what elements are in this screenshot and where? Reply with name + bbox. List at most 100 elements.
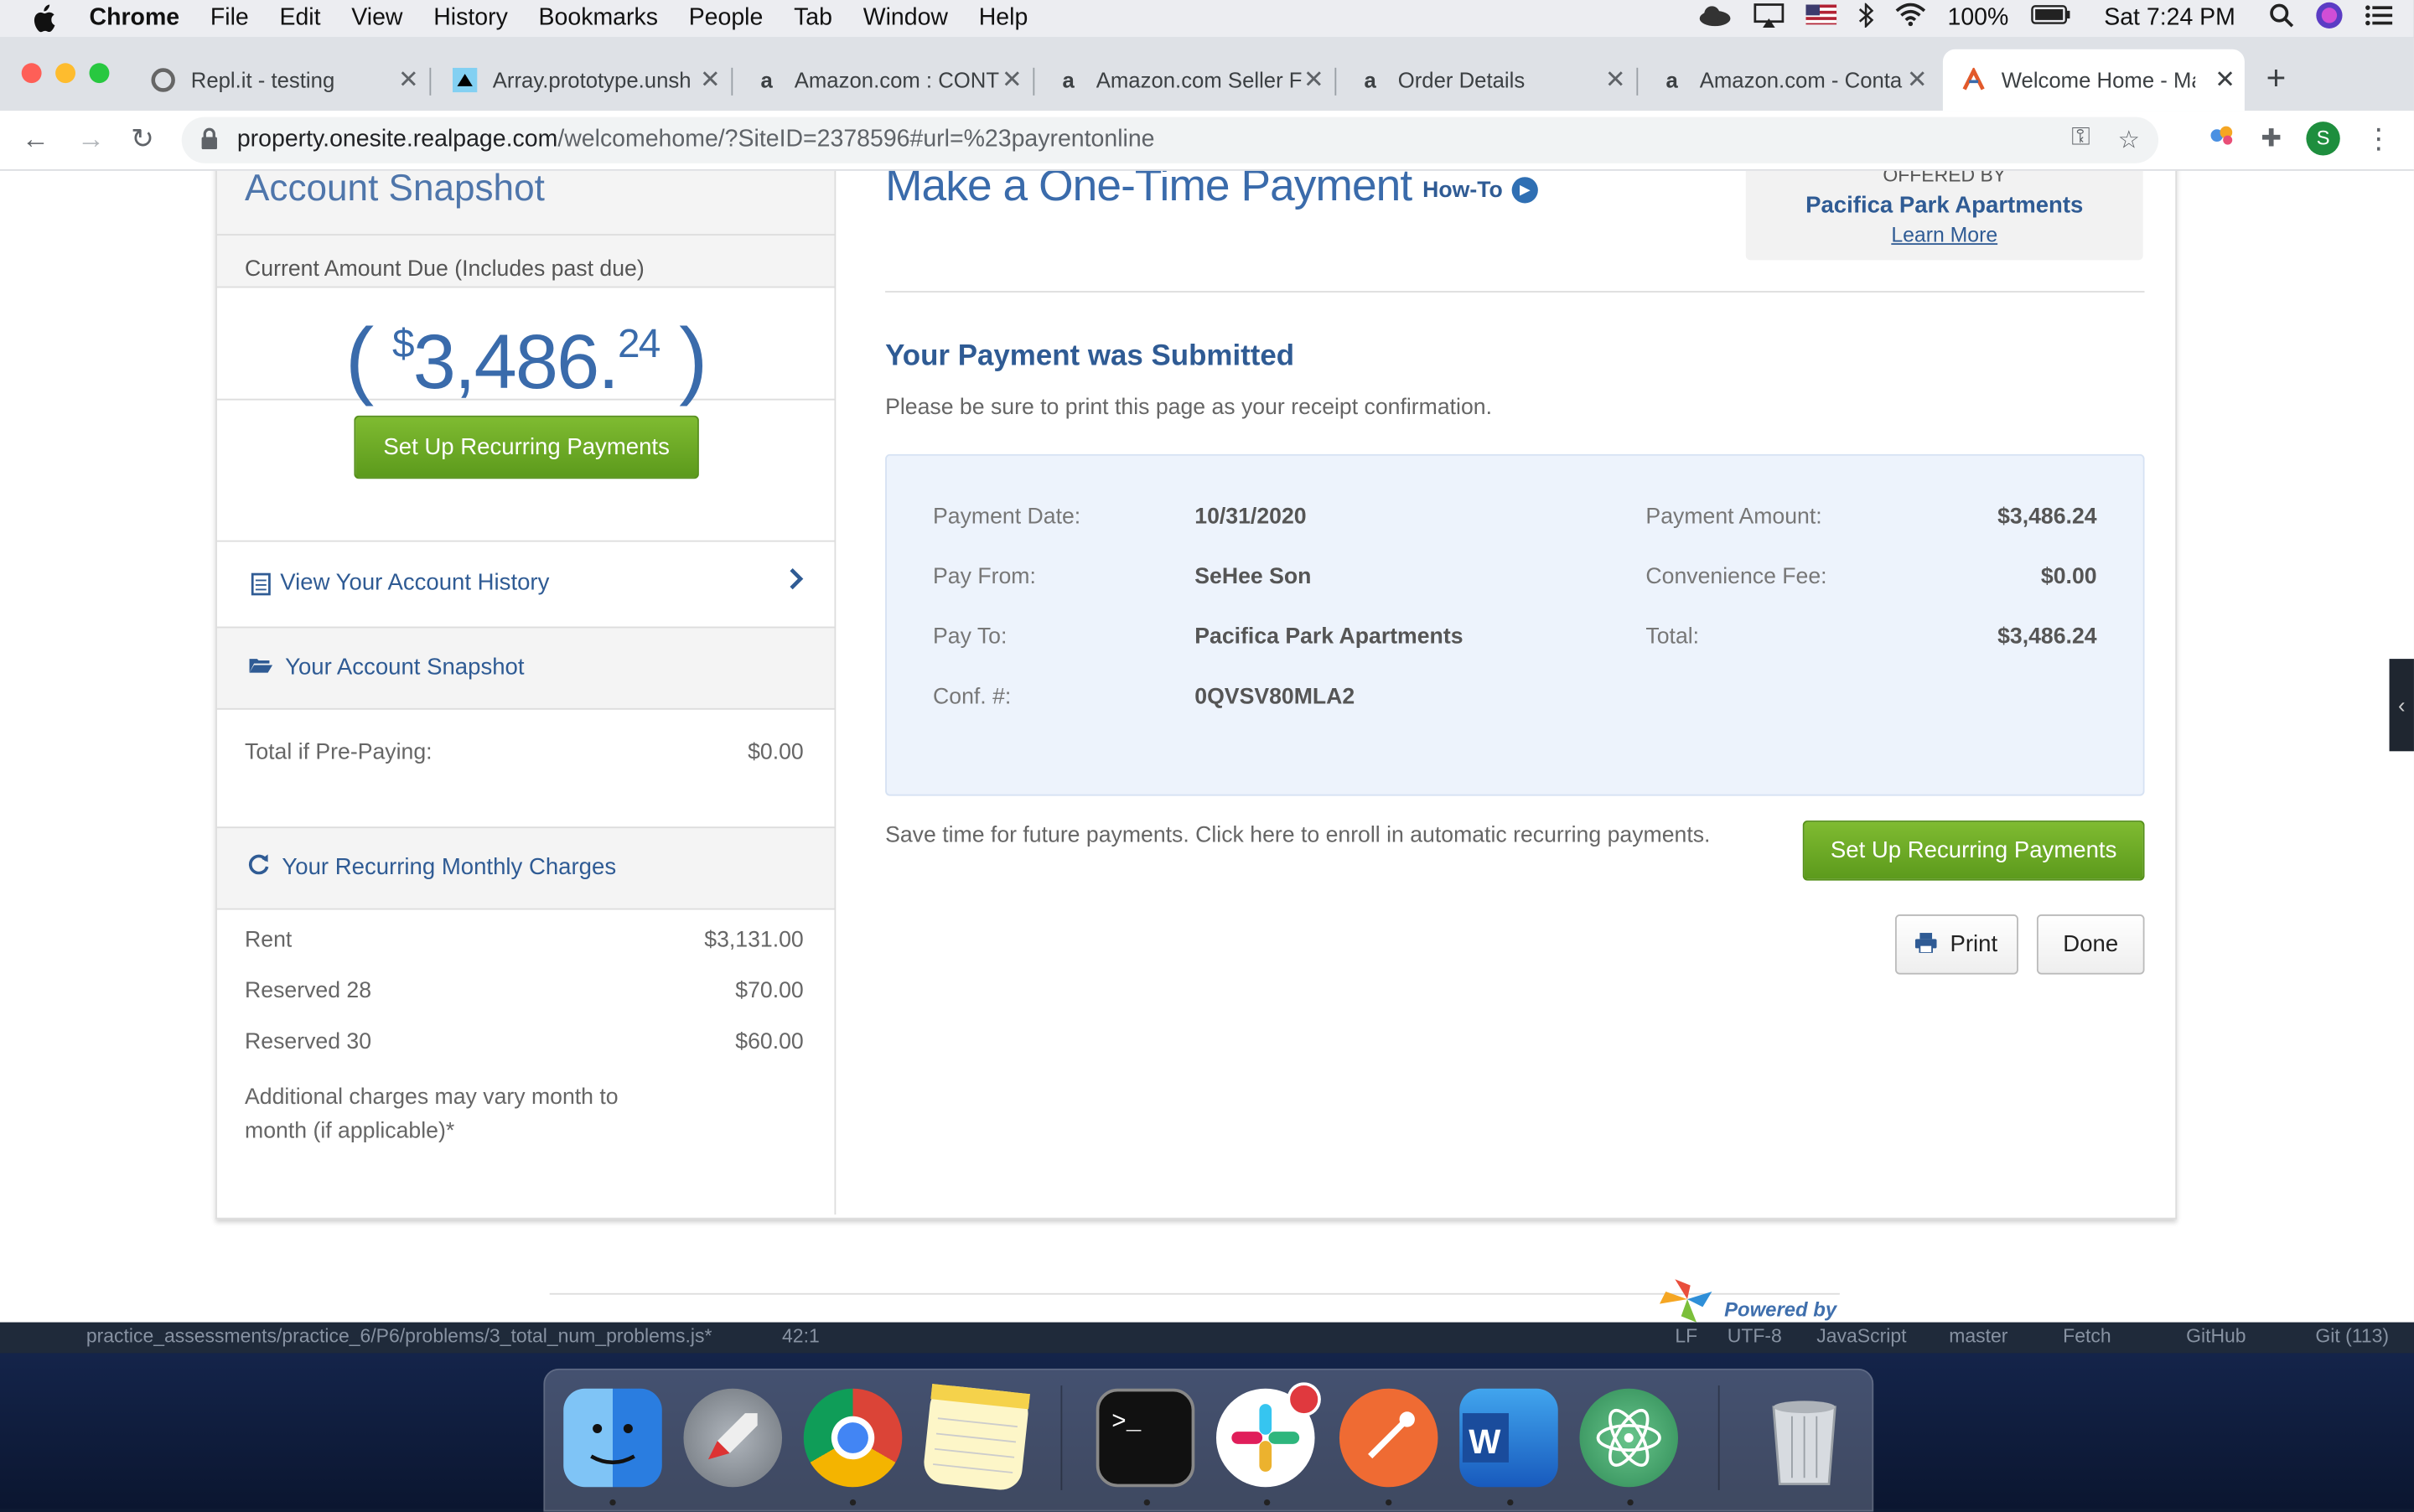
word-icon[interactable]: W [1459,1388,1558,1488]
menu-help[interactable]: Help [979,5,1028,33]
ledger-icon [251,572,271,603]
key-icon[interactable]: ⚿ [2071,125,2090,156]
cloud-icon[interactable] [1698,4,1732,34]
close-tab-icon[interactable]: ✕ [398,65,419,96]
new-tab-button[interactable]: + [2266,59,2287,99]
svg-text:>_: >_ [1111,1408,1142,1436]
play-circle-icon: ▶ [1511,177,1539,204]
notes-icon[interactable] [921,1383,1031,1493]
sidebar-title: Account Snapshot [245,170,545,210]
airplay-icon[interactable] [1754,3,1785,35]
chrome-menu-icon[interactable]: ⋮ [2365,122,2392,155]
menu-edit[interactable]: Edit [279,5,320,33]
menu-people[interactable]: People [689,5,764,33]
tab-amazon-seller[interactable]: a Amazon.com Seller F ✕ [1056,49,1337,111]
menu-bookmarks[interactable]: Bookmarks [539,5,658,33]
dock-panel-toggle-icon[interactable]: ‹ [2389,659,2414,752]
address-bar[interactable]: property.onesite.realpage.com/welcomehom… [181,117,2159,163]
amazon-favicon-icon: a [760,67,773,93]
amount-currency: $ [391,320,415,367]
launchpad-rocket-icon[interactable] [683,1388,783,1488]
chrome-window: Repl.it - testing ✕ Array.prototype.unsh… [0,37,2414,1323]
charge-row: Reserved 30 $60.00 [217,1030,835,1081]
menu-history[interactable]: History [433,5,508,33]
menu-window[interactable]: Window [863,5,948,33]
clock[interactable]: Sat 7:24 PM [2104,5,2235,33]
battery-icon[interactable] [2030,5,2070,33]
pay-from-label: Pay From: [933,565,1036,590]
tab-title: Array.prototype.unsh [492,67,692,93]
running-indicator [1263,1499,1271,1506]
close-tab-icon[interactable]: ✕ [1605,65,1626,96]
reload-icon[interactable]: ↻ [131,123,154,156]
minimize-window-button[interactable] [55,63,75,84]
extensions-puzzle-icon[interactable]: ✚ [2261,123,2282,154]
total-label: Total: [1645,624,1700,650]
printer-icon [1915,931,1938,957]
lock-icon[interactable] [200,127,219,153]
account-history-label: View Your Account History [280,569,550,596]
trash-icon[interactable] [1755,1389,1854,1488]
payment-date-value: 10/31/2020 [1194,505,1307,530]
terminal-icon[interactable]: >_ [1096,1388,1195,1488]
menu-view[interactable]: View [351,5,402,33]
postman-icon[interactable] [1339,1388,1438,1488]
tab-array-prototype[interactable]: Array.prototype.unsh ✕ [452,49,733,111]
charge-row: Rent $3,131.00 [217,929,835,980]
chevron-right-icon [788,567,804,599]
learn-more-link[interactable]: Learn More [1746,223,2143,246]
close-window-button[interactable] [21,63,42,84]
sidebar-recurring-button[interactable]: Set Up Recurring Payments [354,415,699,479]
close-tab-icon[interactable]: ✕ [2215,65,2235,96]
menu-app-name[interactable]: Chrome [90,5,180,33]
editor-line-ending: LF [1675,1325,1698,1348]
back-arrow-icon[interactable]: ← [22,123,49,156]
chrome-app-icon[interactable] [803,1388,903,1488]
menu-file[interactable]: File [210,5,249,33]
us-flag-icon[interactable] [1805,4,1837,33]
tab-replit[interactable]: Repl.it - testing ✕ [151,49,432,111]
forward-arrow-icon[interactable]: → [77,123,105,156]
amount-open-paren: ( [344,309,374,406]
how-to-link[interactable]: How-To ▶ [1422,177,1539,204]
tab-order-details[interactable]: a Order Details ✕ [1358,49,1639,111]
divider [885,291,2145,293]
amazon-favicon-icon: a [1364,67,1376,93]
close-tab-icon[interactable]: ✕ [1907,65,1928,96]
extension-color-icon[interactable] [2209,124,2236,153]
enroll-text-link[interactable]: Save time for future payments. Click her… [885,824,1710,848]
zoom-window-button[interactable] [89,63,110,84]
atom-icon[interactable] [1579,1388,1679,1488]
siri-icon[interactable] [2315,1,2343,36]
powered-by-text: Powered by [1724,1297,1837,1321]
tab-welcome-home-active[interactable]: Welcome Home - Ma ✕ [1942,49,2245,111]
account-sidebar: Account Snapshot Current Amount Due (Inc… [216,170,837,1215]
close-tab-icon[interactable]: ✕ [1303,65,1324,96]
print-button[interactable]: Print [1894,914,2018,975]
wifi-icon[interactable] [1895,3,1926,34]
bluetooth-icon[interactable] [1858,1,1874,35]
submitted-heading: Your Payment was Submitted [885,339,1295,373]
close-tab-icon[interactable]: ✕ [700,65,721,96]
apple-icon[interactable] [31,4,59,33]
svg-text:W: W [1469,1422,1501,1461]
amount-close-paren: ) [679,309,707,406]
close-tab-icon[interactable]: ✕ [1002,65,1023,96]
amount-dollars: 3,486. [412,318,619,406]
bookmark-star-icon[interactable]: ☆ [2118,125,2140,156]
done-button[interactable]: Done [2036,914,2145,975]
running-indicator [1627,1499,1634,1506]
tab-amazon-contact[interactable]: a Amazon.com - Conta ✕ [1660,49,1937,111]
profile-avatar[interactable]: S [2306,122,2340,156]
editor-file-path: practice_assessments/practice_6/P6/probl… [85,1325,712,1348]
account-history-link[interactable]: View Your Account History [216,540,835,630]
main-recurring-button[interactable]: Set Up Recurring Payments [1802,820,2145,881]
finder-icon[interactable] [563,1388,662,1488]
notification-center-icon[interactable] [2365,4,2393,34]
payment-date-label: Payment Date: [933,505,1081,530]
snapshot-section-title: Your Account Snapshot [216,626,835,710]
spotlight-search-icon[interactable] [2269,3,2294,35]
tab-amazon-cont[interactable]: a Amazon.com : CONT ✕ [754,49,1035,111]
menu-tab[interactable]: Tab [794,5,832,33]
tab-separator [1636,67,1639,96]
